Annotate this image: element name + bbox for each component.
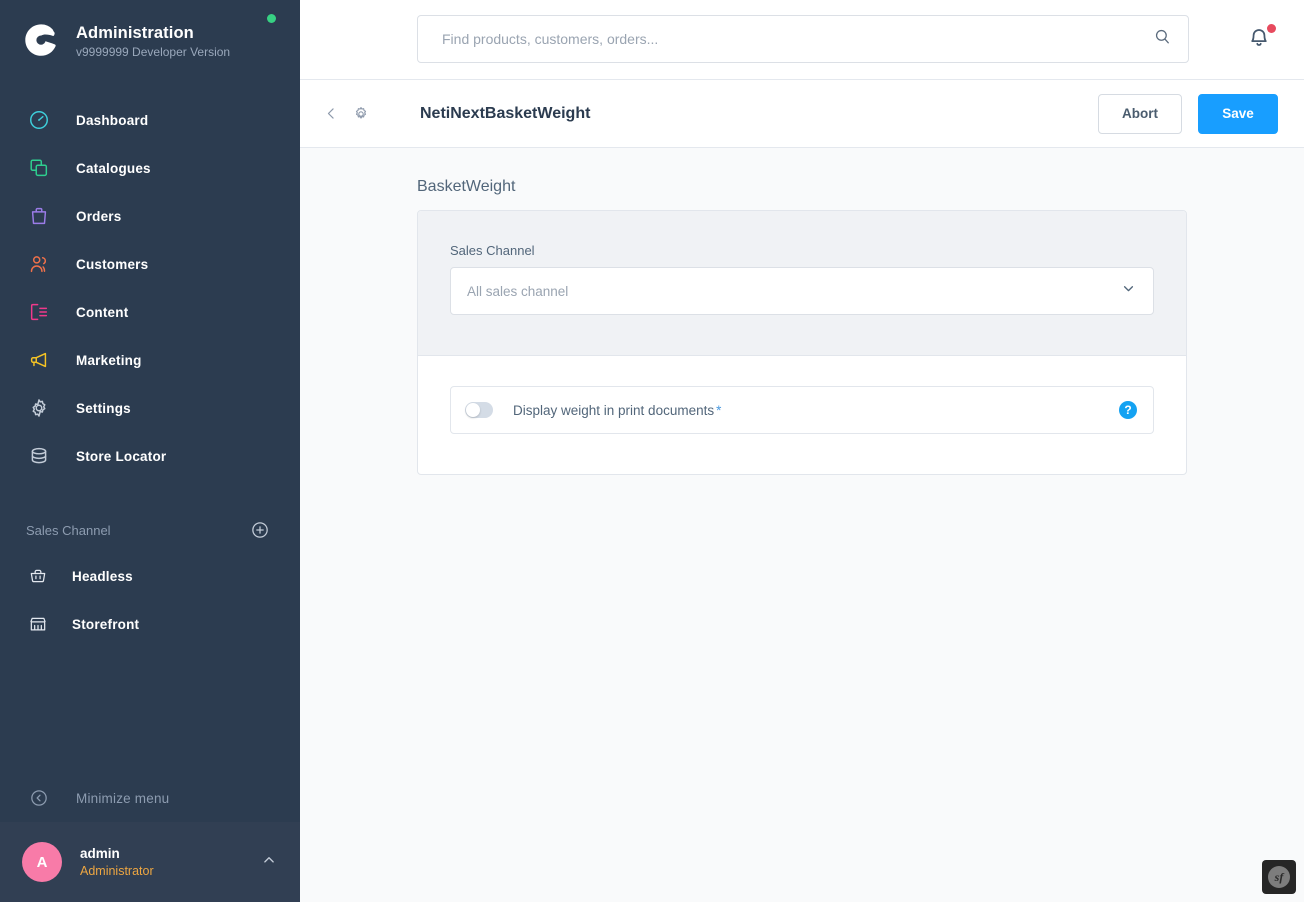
user-name: admin — [80, 845, 260, 863]
display-weight-label: Display weight in print documents* — [513, 403, 1119, 418]
sidebar-item-settings[interactable]: Settings — [0, 384, 300, 432]
content-area: BasketWeight Sales Channel All sales cha… — [300, 148, 1304, 902]
sidebar-item-label: Headless — [72, 569, 133, 584]
display-weight-toggle[interactable] — [465, 402, 493, 418]
brand-title: Administration — [76, 23, 230, 43]
main-navigation: Dashboard Catalogues Orders — [0, 96, 300, 480]
sidebar-item-label: Content — [76, 305, 128, 320]
chevron-down-icon[interactable] — [1120, 280, 1137, 302]
avatar: A — [22, 842, 62, 882]
dashboard-gauge-icon — [26, 107, 52, 133]
sales-channel-value: All sales channel — [467, 284, 1120, 299]
basket-icon — [24, 563, 52, 589]
sidebar-item-label: Storefront — [72, 617, 139, 632]
sidebar-item-headless[interactable]: Headless — [0, 552, 300, 600]
sidebar-item-label: Dashboard — [76, 113, 148, 128]
megaphone-icon — [26, 347, 52, 373]
sidebar-item-marketing[interactable]: Marketing — [0, 336, 300, 384]
chevron-left-circle-icon — [26, 785, 52, 811]
sidebar-item-catalogues[interactable]: Catalogues — [0, 144, 300, 192]
topbar — [300, 0, 1304, 80]
sales-channel-select[interactable]: All sales channel — [450, 267, 1154, 315]
status-indicator-dot — [267, 14, 276, 23]
sales-channel-section: Sales Channel All sales channel — [418, 211, 1186, 356]
sidebar-item-label: Catalogues — [76, 161, 151, 176]
user-menu[interactable]: A admin Administrator — [0, 822, 300, 902]
card-title: BasketWeight — [417, 178, 1187, 196]
save-button[interactable]: Save — [1198, 94, 1278, 134]
sidebar-item-orders[interactable]: Orders — [0, 192, 300, 240]
content-document-icon — [26, 299, 52, 325]
sidebar-item-storefront[interactable]: Storefront — [0, 600, 300, 648]
search-box[interactable] — [417, 15, 1189, 63]
settings-gear-button[interactable] — [346, 99, 376, 129]
sidebar-item-label: Customers — [76, 257, 148, 272]
sidebar: Administration v9999999 Developer Versio… — [0, 0, 300, 902]
database-icon — [26, 443, 52, 469]
sales-channel-section-header: Sales Channel — [0, 508, 300, 552]
display-weight-row: Display weight in print documents* ? — [450, 386, 1154, 434]
chevron-up-icon[interactable] — [260, 851, 278, 874]
settings-card: Sales Channel All sales channel — [417, 210, 1187, 475]
search-input[interactable] — [442, 31, 1153, 47]
main-area: NetiNextBasketWeight Abort Save BasketWe… — [300, 0, 1304, 902]
brand-header[interactable]: Administration v9999999 Developer Versio… — [0, 0, 300, 60]
options-section: Display weight in print documents* ? — [418, 356, 1186, 474]
sidebar-item-store-locator[interactable]: Store Locator — [0, 432, 300, 480]
user-role: Administrator — [80, 863, 260, 880]
required-marker: * — [716, 403, 721, 418]
sidebar-item-content[interactable]: Content — [0, 288, 300, 336]
page-header: NetiNextBasketWeight Abort Save — [300, 80, 1304, 148]
shopping-bag-icon — [26, 203, 52, 229]
gear-icon — [26, 395, 52, 421]
minimize-menu-label: Minimize menu — [76, 791, 169, 806]
sidebar-item-dashboard[interactable]: Dashboard — [0, 96, 300, 144]
search-icon[interactable] — [1153, 27, 1172, 51]
notification-badge-dot — [1267, 24, 1276, 33]
global-search — [417, 15, 1189, 63]
plus-circle-icon[interactable] — [250, 520, 270, 540]
display-weight-text: Display weight in print documents — [513, 403, 714, 418]
question-mark-icon[interactable]: ? — [1119, 401, 1137, 419]
sidebar-item-label: Orders — [76, 209, 121, 224]
users-icon — [26, 251, 52, 277]
minimize-menu-button[interactable]: Minimize menu — [0, 774, 300, 822]
layers-icon — [26, 155, 52, 181]
sidebar-item-label: Marketing — [76, 353, 142, 368]
shopware-logo-icon — [22, 22, 60, 60]
page-title: NetiNextBasketWeight — [420, 105, 1098, 123]
sales-channel-section-title: Sales Channel — [26, 523, 250, 538]
back-button[interactable] — [316, 99, 346, 129]
sidebar-item-customers[interactable]: Customers — [0, 240, 300, 288]
abort-button[interactable]: Abort — [1098, 94, 1182, 134]
sales-channel-label: Sales Channel — [450, 243, 1154, 258]
notifications-button[interactable] — [1246, 24, 1278, 56]
store-icon — [24, 611, 52, 637]
admin-application: Administration v9999999 Developer Versio… — [0, 0, 1304, 902]
symfony-logo-icon: sf — [1268, 866, 1290, 888]
sidebar-item-label: Store Locator — [76, 449, 166, 464]
symfony-profiler-badge[interactable]: sf — [1262, 860, 1296, 894]
toggle-knob — [466, 403, 480, 417]
brand-version: v9999999 Developer Version — [76, 44, 230, 60]
sidebar-item-label: Settings — [76, 401, 131, 416]
